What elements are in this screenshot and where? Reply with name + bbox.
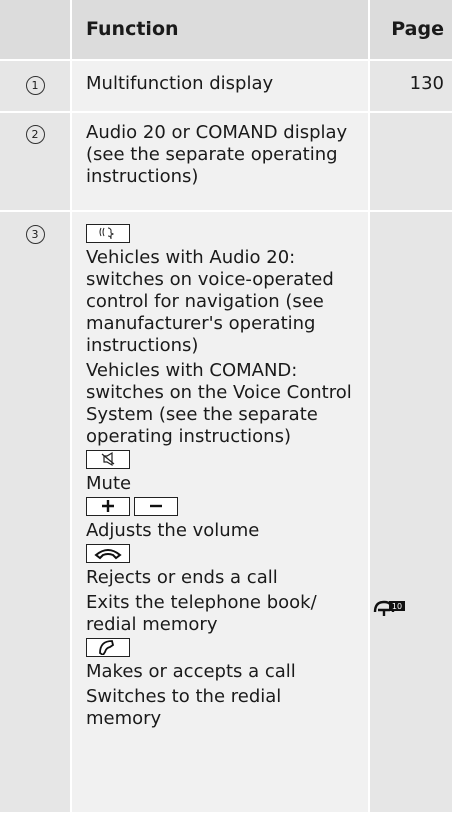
function-text: Multifunction display <box>72 61 370 111</box>
item-number: 1 <box>25 76 45 95</box>
mute-icon <box>101 451 115 467</box>
voice-control-key <box>86 224 130 243</box>
mute-text: Mute <box>86 473 132 494</box>
reject-text: Rejects or ends a call <box>86 567 278 588</box>
table-header: Function Page <box>0 0 452 61</box>
volume-down-key <box>134 497 178 516</box>
volume-up-key <box>86 497 130 516</box>
function-table: Function Page 1 Multifunction display 13… <box>0 0 452 814</box>
table-row: 3 Vehicles with Audio 20: switches on vo… <box>0 212 452 814</box>
page-number <box>370 212 452 812</box>
mute-key <box>86 450 130 469</box>
redial-text: Switches to the redial memory <box>86 686 282 729</box>
header-number-cell <box>0 0 72 59</box>
voice-comand-text: Vehicles with COMAND: switches on the Vo… <box>86 360 352 447</box>
item-number: 2 <box>25 125 45 144</box>
phone-icon <box>99 640 115 655</box>
header-page: Page <box>370 0 452 59</box>
hang-up-icon <box>94 549 122 560</box>
svg-text:10: 10 <box>392 602 402 611</box>
make-call-text: Makes or accepts a call <box>86 661 296 682</box>
item-number: 3 <box>25 225 45 244</box>
table-row: 1 Multifunction display 130 <box>0 61 452 113</box>
function-text: Audio 20 or COMAND display (see the sepa… <box>72 113 370 210</box>
plus-icon <box>102 500 114 512</box>
minus-icon <box>150 504 162 508</box>
voice-audio20-text: Vehicles with Audio 20: switches on voic… <box>86 247 334 356</box>
steering-wheel-page-icon: 10 <box>373 598 407 624</box>
page-number: 130 <box>370 61 452 111</box>
table-row: 2 Audio 20 or COMAND display (see the se… <box>0 113 452 212</box>
exit-phonebook-text: Exits the telephone book/ redial memory <box>86 592 317 635</box>
call-key <box>86 638 130 657</box>
header-function: Function <box>72 0 370 59</box>
voice-control-icon <box>99 227 115 240</box>
hang-up-key <box>86 544 130 563</box>
page-number <box>370 113 452 210</box>
volume-text: Adjusts the volume <box>86 520 260 541</box>
